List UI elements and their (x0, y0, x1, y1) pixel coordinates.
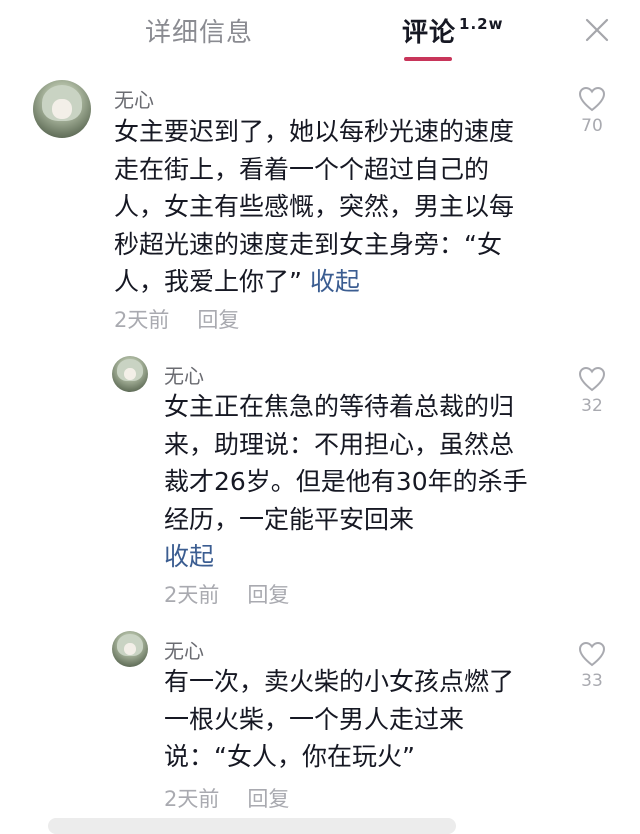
active-tab-indicator (404, 57, 452, 61)
like-count: 70 (581, 116, 603, 136)
reply-button[interactable]: 回复 (197, 308, 239, 332)
comment-count: 1.2w (459, 15, 504, 33)
like-button[interactable]: 32 (572, 366, 612, 416)
comment-meta: 2天前 回复 (164, 579, 289, 609)
avatar[interactable] (33, 80, 91, 138)
avatar[interactable] (112, 631, 148, 667)
reply-button[interactable]: 回复 (247, 787, 289, 811)
comment-username[interactable]: 无心 (114, 84, 154, 113)
comment-text: 女主要迟到了，她以每秒光速的速度走在街上，看着一个个超过自己的人，女主有些感慨，… (114, 113, 534, 301)
heart-icon (578, 641, 606, 667)
comment-text: 有一次，卖火柴的小女孩点燃了一根火柴，一个男人走过来说：“女人，你在玩火” (164, 663, 534, 776)
comment-panel-header: 详细信息 评论 1.2w (0, 0, 640, 72)
avatar[interactable] (112, 356, 148, 392)
like-button[interactable]: 33 (572, 641, 612, 691)
comment-time: 2天前 (164, 787, 220, 811)
reply-button[interactable]: 回复 (247, 583, 289, 607)
close-button[interactable] (584, 17, 610, 43)
tab-details[interactable]: 详细信息 (145, 12, 253, 49)
collapse-link[interactable]: 收起 (164, 542, 214, 571)
like-button[interactable]: 70 (572, 86, 612, 136)
close-icon (585, 18, 609, 42)
heart-icon (578, 86, 606, 112)
comment-username[interactable]: 无心 (164, 635, 204, 664)
like-count: 32 (581, 396, 603, 416)
comment-text: 女主正在焦急的等待着总裁的归来，助理说：不用担心，虽然总裁才26岁。但是他有30… (164, 388, 534, 576)
comment-time: 2天前 (164, 583, 220, 607)
tab-comments-label: 评论 (402, 18, 457, 48)
comment-meta: 2天前 回复 (114, 304, 239, 334)
comment-body: 有一次，卖火柴的小女孩点燃了一根火柴，一个男人走过来说：“女人，你在玩火” (164, 667, 515, 771)
comment-body: 女主正在焦急的等待着总裁的归来，助理说：不用担心，虽然总裁才26岁。但是他有30… (164, 392, 528, 534)
like-count: 33 (581, 671, 603, 691)
comment-time: 2天前 (114, 308, 170, 332)
comment-meta: 2天前 回复 (164, 783, 289, 813)
comment-username[interactable]: 无心 (164, 360, 204, 389)
heart-icon (578, 366, 606, 392)
tab-comments[interactable]: 评论 1.2w (402, 12, 503, 49)
comment-input-bar[interactable] (48, 818, 456, 834)
collapse-link[interactable]: 收起 (310, 267, 360, 296)
